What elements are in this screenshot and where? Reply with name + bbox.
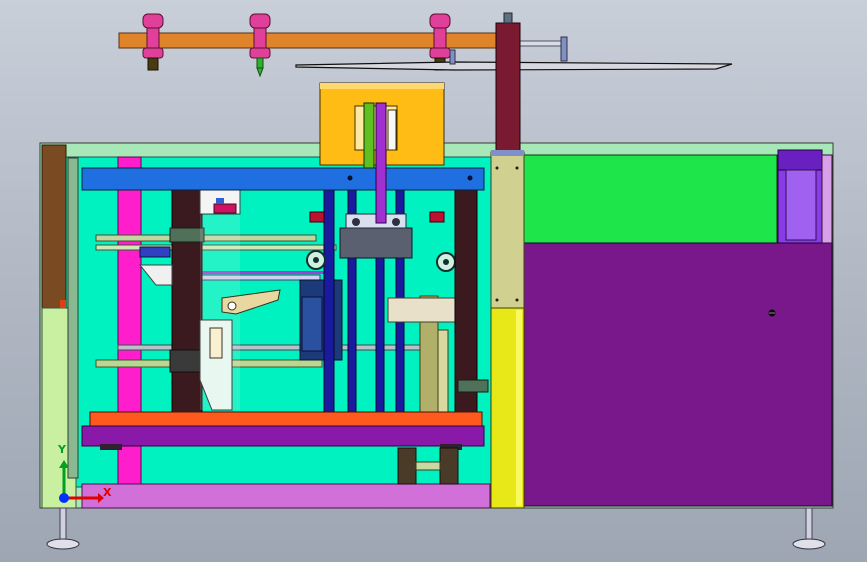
dark-column-clamp-2 — [169, 349, 205, 373]
right-guide — [387, 297, 457, 323]
slide-block-face — [301, 296, 323, 352]
green-panel — [521, 154, 778, 244]
left-inner-strip — [67, 157, 79, 479]
column-upper-block — [490, 151, 525, 309]
dark-column-clamp-1 — [169, 227, 205, 243]
top-adjuster-assembly — [118, 13, 733, 78]
foot-right — [792, 538, 826, 550]
cylinder-left — [397, 447, 417, 485]
small-pin — [449, 49, 456, 65]
machine-assembly-drawing[interactable] — [0, 0, 867, 562]
housing-shaft-purple — [375, 102, 387, 224]
left-side-post — [41, 144, 67, 309]
triad-x-label: X — [103, 486, 112, 499]
rod-end — [560, 36, 568, 62]
spring — [209, 327, 223, 359]
dark-column — [171, 189, 203, 416]
bottom-beam — [81, 425, 485, 447]
orange-plate — [89, 411, 483, 427]
base-plate — [81, 483, 503, 509]
cross-beam — [81, 167, 485, 191]
upper-bracket-blue — [216, 198, 224, 204]
right-section — [490, 12, 833, 509]
khaki-column-2 — [437, 329, 449, 416]
upper-bracket-red — [213, 203, 237, 214]
triad-z-origin — [59, 493, 69, 503]
tall-column — [495, 22, 521, 154]
guide-rod — [519, 40, 565, 47]
purple-panel — [521, 242, 833, 507]
leveling-feet — [46, 507, 826, 550]
foot-left — [46, 538, 80, 550]
clamp-block — [339, 227, 413, 259]
triad-y-label: Y — [58, 443, 66, 456]
navy-shaft-1 — [323, 189, 335, 426]
housing-shaft-green — [363, 102, 375, 169]
cylinder-right — [439, 447, 459, 485]
cad-viewport[interactable]: X Y — [0, 0, 867, 562]
